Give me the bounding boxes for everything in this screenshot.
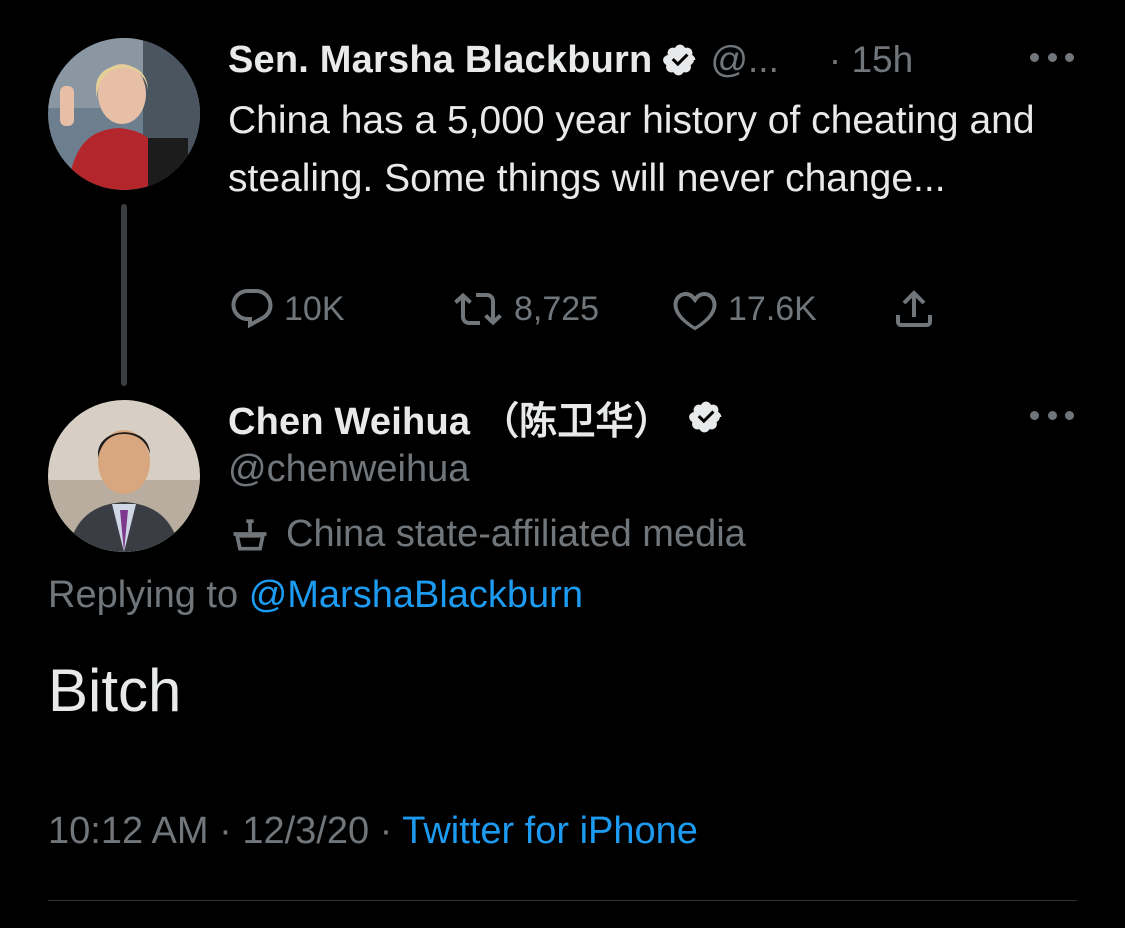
handle[interactable]: @... [710, 39, 778, 81]
avatar-chen-weihua[interactable] [48, 400, 200, 552]
more-icon[interactable] [1030, 50, 1074, 64]
reply-handle[interactable]: @chenweihua [228, 448, 469, 491]
state-media-text: China state-affiliated media [286, 512, 746, 555]
share-button[interactable] [888, 284, 940, 334]
avatar-marsha-blackburn[interactable] [48, 38, 200, 190]
tweet-meta: 10:12 AM · 12/3/20 · Twitter for iPhone [48, 810, 698, 853]
reply-header: Chen Weihua （陈卫华） [228, 390, 724, 445]
verified-badge-icon [662, 42, 698, 78]
timestamp[interactable]: 10:12 AM · 12/3/20 · [48, 810, 392, 852]
tweet-header: Sen. Marsha Blackburn @... · 15h [228, 36, 1078, 84]
reply-button[interactable]: 10K [228, 284, 345, 334]
retweet-button[interactable]: 8,725 [450, 284, 599, 334]
replying-to: Replying to @MarshaBlackburn [48, 574, 583, 617]
state-media-icon [228, 512, 272, 556]
tweet-thread: Sen. Marsha Blackburn @... · 15h China h… [0, 0, 1125, 928]
display-name[interactable]: Sen. Marsha Blackburn [228, 39, 652, 82]
reply-text: Bitch [48, 657, 182, 724]
reply-count: 10K [284, 289, 345, 328]
tweet-time[interactable]: · 15h [829, 39, 913, 81]
replying-prefix: Replying to [48, 574, 239, 616]
share-icon [888, 285, 940, 333]
like-count: 17.6K [728, 289, 817, 328]
retweet-icon [450, 285, 506, 333]
reply-display-name[interactable]: Chen Weihua （陈卫华） [228, 390, 672, 445]
verified-badge-icon [688, 399, 724, 435]
divider [48, 900, 1077, 901]
like-icon [670, 285, 720, 333]
thread-connector-line [121, 204, 127, 386]
like-button[interactable]: 17.6K [670, 284, 817, 334]
source-link[interactable]: Twitter for iPhone [402, 810, 698, 852]
tweet-text: China has a 5,000 year history of cheati… [228, 99, 1035, 200]
state-media-label[interactable]: China state-affiliated media [228, 508, 746, 560]
more-icon[interactable] [1030, 408, 1074, 422]
tweet-actions: 10K 8,725 17.6K [228, 284, 948, 334]
retweet-count: 8,725 [514, 289, 600, 328]
reply-icon [228, 285, 276, 333]
mention-link[interactable]: @MarshaBlackburn [249, 574, 583, 616]
